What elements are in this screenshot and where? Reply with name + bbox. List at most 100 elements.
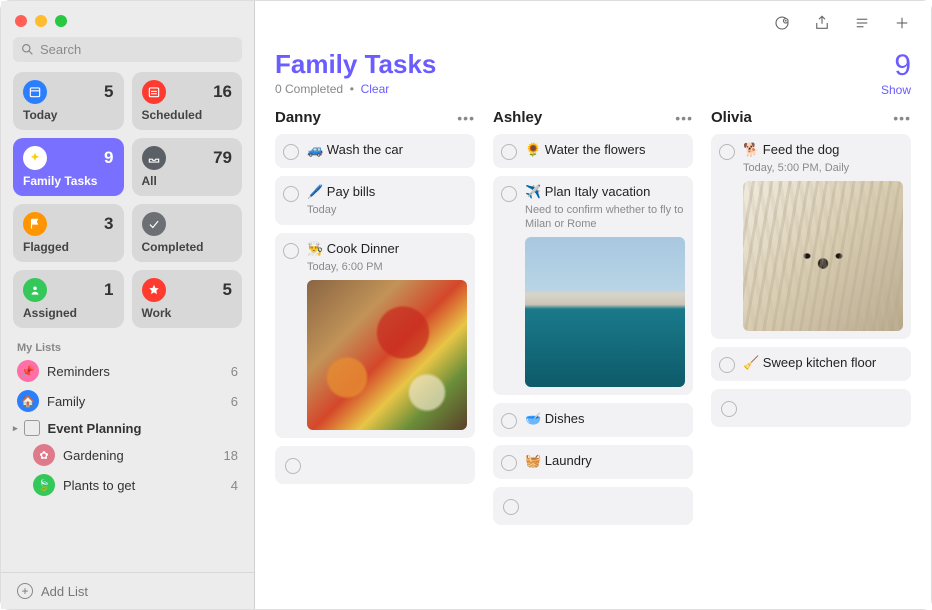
list-row-gardening[interactable]: ✿ Gardening 18 (1, 440, 254, 470)
smart-list-completed[interactable]: Completed (132, 204, 243, 262)
task-item[interactable]: 🧺 Laundry (493, 445, 693, 479)
smart-label: Today (23, 108, 114, 122)
task-title: 🧹 Sweep kitchen floor (743, 355, 903, 372)
sparkle-icon (23, 146, 47, 170)
clear-button[interactable]: Clear (361, 82, 390, 96)
completed-meta: 0 Completed • Clear (275, 82, 436, 96)
show-completed-button[interactable]: Show (881, 83, 911, 97)
search-input[interactable]: Search (13, 37, 242, 62)
smart-count: 3 (104, 214, 113, 234)
task-note: Today (307, 203, 467, 217)
task-item[interactable]: 🚙 Wash the car (275, 134, 475, 168)
minimize-window[interactable] (35, 15, 47, 27)
add-list-button[interactable]: + Add List (1, 572, 254, 609)
task-title: 🖊️ Pay bills (307, 184, 467, 201)
task-item[interactable]: 🐕 Feed the dog Today, 5:00 PM, Daily (711, 134, 911, 339)
smart-list-scheduled[interactable]: 16 Scheduled (132, 72, 243, 130)
page-title: Family Tasks (275, 49, 436, 80)
column-title: Danny (275, 109, 321, 126)
task-title: ✈️ Plan Italy vacation (525, 184, 685, 201)
task-item[interactable]: 👨‍🍳 Cook Dinner Today, 6:00 PM (275, 233, 475, 438)
task-image (525, 237, 685, 387)
smart-label: Family Tasks (23, 174, 114, 188)
column-danny: Danny ••• 🚙 Wash the car 🖊️ Pay bills Today 👨… (275, 109, 475, 597)
task-checkbox[interactable] (501, 186, 517, 202)
smart-label: Scheduled (142, 108, 233, 122)
task-checkbox[interactable] (283, 144, 299, 160)
zoom-window[interactable] (55, 15, 67, 27)
task-item[interactable]: 🖊️ Pay bills Today (275, 176, 475, 225)
flag-icon (23, 212, 47, 236)
smart-list-flagged[interactable]: 3 Flagged (13, 204, 124, 262)
task-note: Need to confirm whether to fly to Milan … (525, 203, 685, 232)
list-icon: 📌 (17, 360, 39, 382)
share-button[interactable] (807, 10, 837, 36)
task-item[interactable]: ✈️ Plan Italy vacation Need to confirm wh… (493, 176, 693, 395)
list-name: Family (47, 394, 223, 409)
list-name: Event Planning (48, 421, 230, 436)
task-checkbox[interactable] (503, 499, 519, 515)
list-row-reminders[interactable]: 📌 Reminders 6 (1, 356, 254, 386)
task-title: 🐕 Feed the dog (743, 142, 903, 159)
calendar-lines-icon (142, 80, 166, 104)
columns-container: Danny ••• 🚙 Wash the car 🖊️ Pay bills Today 👨… (255, 109, 931, 609)
smart-list-family-tasks[interactable]: 9 Family Tasks (13, 138, 124, 196)
column-more-button[interactable]: ••• (675, 110, 693, 126)
lists-container: 📌 Reminders 6🏠 Family 6▸ Event Planning … (1, 356, 254, 500)
smart-list-assigned[interactable]: 1 Assigned (13, 270, 124, 328)
task-image (307, 280, 467, 430)
list-row-event-planning[interactable]: ▸ Event Planning (1, 416, 254, 440)
new-task-placeholder[interactable] (711, 389, 911, 427)
total-count: 9 (881, 49, 911, 83)
smart-count: 5 (104, 82, 113, 102)
star-icon (142, 278, 166, 302)
list-row-family[interactable]: 🏠 Family 6 (1, 386, 254, 416)
my-lists-label: My Lists (1, 336, 254, 356)
task-checkbox[interactable] (719, 144, 735, 160)
task-checkbox[interactable] (283, 186, 299, 202)
list-count: 6 (231, 364, 238, 379)
calendar-icon (23, 80, 47, 104)
folder-icon (24, 420, 40, 436)
task-title: 🚙 Wash the car (307, 142, 467, 159)
task-note: Today, 5:00 PM, Daily (743, 161, 903, 175)
task-checkbox[interactable] (501, 144, 517, 160)
task-checkbox[interactable] (283, 243, 299, 259)
toolbar (255, 1, 931, 45)
smart-list-work[interactable]: 5 Work (132, 270, 243, 328)
task-checkbox[interactable] (721, 401, 737, 417)
smart-count: 9 (104, 148, 113, 168)
smart-list-today[interactable]: 5 Today (13, 72, 124, 130)
task-checkbox[interactable] (501, 455, 517, 471)
list-name: Gardening (63, 448, 216, 463)
list-row-plants-to-get[interactable]: 🍃 Plants to get 4 (1, 470, 254, 500)
column-more-button[interactable]: ••• (893, 110, 911, 126)
smart-list-all[interactable]: 79 All (132, 138, 243, 196)
plus-icon: + (17, 583, 33, 599)
task-checkbox[interactable] (719, 357, 735, 373)
window-controls (1, 1, 254, 37)
new-task-placeholder[interactable] (275, 446, 475, 484)
task-note: Today, 6:00 PM (307, 260, 467, 274)
task-item[interactable]: 🧹 Sweep kitchen floor (711, 347, 911, 381)
completed-count: 0 Completed (275, 82, 343, 96)
smart-count: 79 (213, 148, 232, 168)
task-checkbox[interactable] (285, 458, 301, 474)
task-item[interactable]: 🌻 Water the flowers (493, 134, 693, 168)
task-item[interactable]: 🥣 Dishes (493, 403, 693, 437)
check-icon (142, 212, 166, 236)
column-more-button[interactable]: ••• (457, 110, 475, 126)
task-checkbox[interactable] (501, 413, 517, 429)
new-task-placeholder[interactable] (493, 487, 693, 525)
person-icon (23, 278, 47, 302)
task-title: 🧺 Laundry (525, 453, 685, 470)
view-options-button[interactable] (847, 10, 877, 36)
task-title: 🥣 Dishes (525, 411, 685, 428)
smart-label: Assigned (23, 306, 114, 320)
close-window[interactable] (15, 15, 27, 27)
column-ashley: Ashley•••🌻 Water the flowers✈️ Plan Ital… (493, 109, 693, 597)
share-collab-button[interactable] (767, 10, 797, 36)
new-reminder-button[interactable] (887, 10, 917, 36)
task-image (743, 181, 903, 331)
task-title: 👨‍🍳 Cook Dinner (307, 241, 467, 258)
